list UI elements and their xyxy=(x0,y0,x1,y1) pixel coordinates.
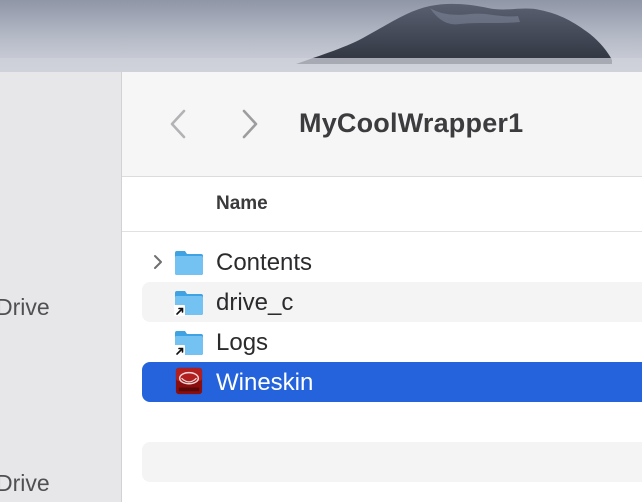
desktop-wallpaper xyxy=(0,0,642,72)
sidebar: Drive Drive xyxy=(0,72,122,502)
sidebar-item-label: Drive xyxy=(0,294,50,320)
list-item-logs[interactable]: Logs xyxy=(142,322,642,362)
chevron-right-icon xyxy=(242,109,258,139)
finder-window: Drive Drive MyCoolWrapper1 Name Contents… xyxy=(0,72,642,502)
list-item-contents[interactable]: Contents xyxy=(142,242,642,282)
list-item-label: Logs xyxy=(216,329,269,356)
disclosure-triangle-icon[interactable] xyxy=(150,252,166,272)
back-button[interactable] xyxy=(163,106,193,142)
column-header-name[interactable]: Name xyxy=(216,193,268,215)
chevron-left-icon xyxy=(170,109,186,139)
list-item-drive-c[interactable]: drive_c xyxy=(142,282,642,322)
folder-icon xyxy=(175,251,203,275)
forward-button[interactable] xyxy=(235,106,265,142)
list-item-label: drive_c xyxy=(216,289,294,316)
list-item-wineskin[interactable]: Wineskin xyxy=(142,362,642,402)
folder-alias-icon xyxy=(174,291,203,316)
folder-alias-icon xyxy=(174,331,203,356)
column-header-bar: Name xyxy=(122,177,642,232)
sidebar-item-label: Drive xyxy=(0,470,50,496)
list-item-label: Contents xyxy=(216,249,313,276)
file-list: Contents drive_c Logs Wineskin xyxy=(122,242,642,502)
empty-row xyxy=(142,442,642,482)
sidebar-item-drive[interactable]: Drive xyxy=(0,294,50,321)
sidebar-item-drive-2[interactable]: Drive xyxy=(0,470,50,497)
list-item-label: Wineskin xyxy=(216,369,314,396)
toolbar: MyCoolWrapper1 xyxy=(122,72,642,177)
wineskin-app-icon xyxy=(175,367,203,395)
window-title: MyCoolWrapper1 xyxy=(299,108,524,138)
